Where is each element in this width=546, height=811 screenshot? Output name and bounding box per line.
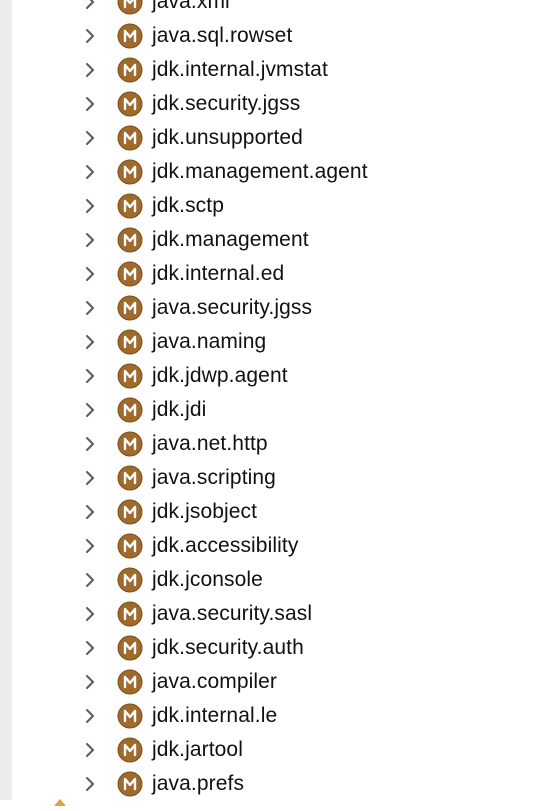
module-icon [117, 227, 143, 253]
tree-row-jdk-internal-ed[interactable]: jdk.internal.ed [0, 257, 546, 291]
module-icon [117, 397, 143, 423]
chevron-right-icon[interactable] [82, 674, 98, 690]
module-tree: java.xml java.sql.rowset jdk.internal.jv… [0, 0, 546, 801]
tree-row-jdk-security-auth[interactable]: jdk.security.auth [0, 631, 546, 665]
chevron-right-icon[interactable] [82, 0, 98, 10]
tree-row-jdk-jdi[interactable]: jdk.jdi [0, 393, 546, 427]
tree-row-label: jdk.management [152, 228, 309, 251]
chevron-right-icon[interactable] [82, 300, 98, 316]
tree-row-java-xml[interactable]: java.xml [0, 0, 546, 19]
chevron-right-icon[interactable] [82, 334, 98, 350]
tree-row-label: java.sql.rowset [152, 24, 293, 47]
tree-row-jdk-security-jgss[interactable]: jdk.security.jgss [0, 87, 546, 121]
chevron-right-icon[interactable] [82, 402, 98, 418]
module-icon [117, 57, 143, 83]
tree-row-label: java.xml [152, 0, 230, 13]
chevron-right-icon[interactable] [82, 640, 98, 656]
chevron-right-icon[interactable] [82, 28, 98, 44]
tree-row-label: jdk.jdi [152, 398, 207, 421]
tree-row-jdk-internal-jvmstat[interactable]: jdk.internal.jvmstat [0, 53, 546, 87]
tree-row-label: jdk.jartool [152, 738, 243, 761]
chevron-right-icon[interactable] [82, 436, 98, 452]
tree-row-jdk-jconsole[interactable]: jdk.jconsole [0, 563, 546, 597]
chevron-right-icon[interactable] [82, 232, 98, 248]
module-icon [117, 193, 143, 219]
chevron-right-icon[interactable] [82, 62, 98, 78]
tree-row-label: jdk.jdwp.agent [152, 364, 288, 387]
tree-row-label: jdk.internal.ed [152, 262, 285, 285]
chevron-right-icon[interactable] [82, 368, 98, 384]
tree-row-jdk-sctp[interactable]: jdk.sctp [0, 189, 546, 223]
chevron-right-icon[interactable] [82, 538, 98, 554]
tree-row-jdk-internal-le[interactable]: jdk.internal.le [0, 699, 546, 733]
module-icon [117, 431, 143, 457]
tree-row-java-net-http[interactable]: java.net.http [0, 427, 546, 461]
tree-row-label: java.compiler [152, 670, 278, 693]
module-icon [117, 261, 143, 287]
tree-row-label: jdk.unsupported [152, 126, 303, 149]
chevron-right-icon[interactable] [82, 130, 98, 146]
tree-row-label: jdk.accessibility [152, 534, 299, 557]
tree-row-java-scripting[interactable]: java.scripting [0, 461, 546, 495]
chevron-right-icon[interactable] [82, 572, 98, 588]
tree-row-label: jdk.sctp [152, 194, 224, 217]
module-icon [117, 771, 143, 797]
partial-folder-icon [52, 793, 68, 806]
tree-row-label: jdk.internal.le [152, 704, 278, 727]
module-icon [117, 601, 143, 627]
module-icon [117, 363, 143, 389]
tree-row-jdk-jartool[interactable]: jdk.jartool [0, 733, 546, 767]
module-icon [117, 737, 143, 763]
module-icon [117, 669, 143, 695]
chevron-right-icon[interactable] [82, 266, 98, 282]
chevron-right-icon[interactable] [82, 164, 98, 180]
tree-row-java-sql-rowset[interactable]: java.sql.rowset [0, 19, 546, 53]
tree-row-label: jdk.jconsole [152, 568, 263, 591]
tree-row-jdk-accessibility[interactable]: jdk.accessibility [0, 529, 546, 563]
tree-row-jdk-unsupported[interactable]: jdk.unsupported [0, 121, 546, 155]
tree-row-label: jdk.security.jgss [152, 92, 301, 115]
chevron-right-icon[interactable] [82, 504, 98, 520]
chevron-right-icon[interactable] [82, 198, 98, 214]
tree-row-java-security-jgss[interactable]: java.security.jgss [0, 291, 546, 325]
tree-row-jdk-management-agent[interactable]: jdk.management.agent [0, 155, 546, 189]
tree-row-jdk-management[interactable]: jdk.management [0, 223, 546, 257]
module-icon [117, 703, 143, 729]
tree-row-label: java.naming [152, 330, 267, 353]
tree-row-java-security-sasl[interactable]: java.security.sasl [0, 597, 546, 631]
chevron-right-icon[interactable] [82, 470, 98, 486]
tree-row-label: java.prefs [152, 772, 245, 795]
tree-row-label: jdk.security.auth [152, 636, 304, 659]
module-icon [117, 23, 143, 49]
module-icon [117, 533, 143, 559]
tree-row-jdk-jsobject[interactable]: jdk.jsobject [0, 495, 546, 529]
tree-row-jdk-jdwp-agent[interactable]: jdk.jdwp.agent [0, 359, 546, 393]
module-icon [117, 295, 143, 321]
module-icon [117, 465, 143, 491]
module-icon [117, 499, 143, 525]
tree-row-label: java.scripting [152, 466, 276, 489]
module-icon [117, 0, 143, 15]
tree-row-java-compiler[interactable]: java.compiler [0, 665, 546, 699]
tree-row-label: jdk.management.agent [152, 160, 368, 183]
chevron-right-icon[interactable] [82, 776, 98, 792]
chevron-right-icon[interactable] [82, 708, 98, 724]
module-icon [117, 329, 143, 355]
module-icon [117, 91, 143, 117]
module-icon [117, 635, 143, 661]
chevron-right-icon[interactable] [82, 742, 98, 758]
tree-row-label: java.security.jgss [152, 296, 313, 319]
chevron-right-icon[interactable] [82, 606, 98, 622]
tree-row-java-prefs[interactable]: java.prefs [0, 767, 546, 801]
module-icon [117, 159, 143, 185]
chevron-right-icon[interactable] [82, 96, 98, 112]
tree-row-label: java.security.sasl [152, 602, 313, 625]
module-icon [117, 125, 143, 151]
tree-row-label: java.net.http [152, 432, 268, 455]
tree-row-label: jdk.internal.jvmstat [152, 58, 328, 81]
tree-row-label: jdk.jsobject [152, 500, 258, 523]
tree-row-java-naming[interactable]: java.naming [0, 325, 546, 359]
module-icon [117, 567, 143, 593]
